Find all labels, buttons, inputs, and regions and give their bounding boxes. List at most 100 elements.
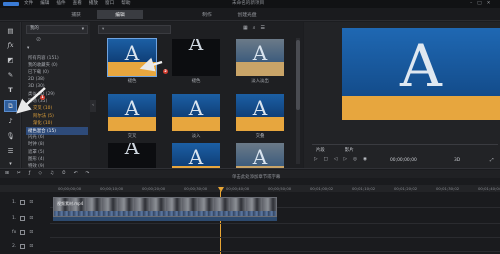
lock-icon[interactable]: ⊡ [29,216,33,221]
track-enable-checkbox[interactable] [20,199,26,205]
tab-create-disc[interactable]: 创建光盘 [226,10,268,19]
lock-icon[interactable]: ⊡ [29,244,33,249]
audio-mixing-icon[interactable]: ♪ [5,116,16,126]
category-item[interactable]: 已下载 (0) [28,69,49,75]
thumbnail-letter: A [188,145,204,170]
category-item[interactable]: 我的收藏夹 (0) [28,62,58,68]
category-item[interactable]: 图形 (4) [28,156,44,162]
gallery-scrollbar-thumb[interactable] [296,40,300,110]
gallery-scrollbar[interactable] [296,38,300,164]
clip-mode-button[interactable]: 片段 [316,148,325,153]
next-icon[interactable]: ▷ [343,157,347,163]
track-enable-checkbox[interactable] [20,229,26,235]
track-label: 1. [12,199,17,205]
tag-icon[interactable]: ⊘ [36,37,41,43]
media-room-icon[interactable]: ▤ [5,26,16,36]
category-item[interactable]: 交叉 (10) [33,105,52,111]
particle-room-icon[interactable]: ✎ [5,70,16,80]
ruler-tick-label: 00;01;00;02 [310,185,334,191]
tool-mix-icon[interactable]: ♫ [50,171,54,177]
tab-create-disc-label: 创建光盘 [237,13,257,18]
tool-speed-icon[interactable]: ⏱ [62,171,66,177]
transition-thumbnail-image: A [107,38,157,77]
transition-thumbnail[interactable]: A 褪色 [172,39,220,84]
video-clip[interactable]: 视频素材.mp4 [53,197,277,217]
collapse-icon[interactable]: ▾ [27,46,29,52]
transition-gallery: ▾ ▦ ⌕ ☰ ‹ A 褪色 A 褪色 A 淡入淡出 A 交叉 A 淡入 A 交叠 A A A [90,22,303,180]
tool-select-icon[interactable]: ⊞ [5,171,9,177]
tab-capture[interactable]: 捕获 [55,10,97,19]
grid-view-icon[interactable]: ▦ [243,26,248,31]
lock-icon[interactable]: ⊡ [29,200,33,205]
video-clip-label: 视频素材.mp4 [57,201,84,206]
tab-edit[interactable]: 编辑 [97,10,143,19]
transition-thumbnail[interactable]: A 淡入淡出 [236,39,284,84]
transition-thumbnail-image: A [108,94,156,131]
menu-item-play[interactable]: 播放 [89,1,98,7]
transition-thumbnail[interactable]: A 交叉 [108,94,156,139]
menu-item-window[interactable]: 窗口 [105,1,114,7]
tool-redo-icon[interactable]: ↷ [85,171,89,177]
tool-cut-icon[interactable]: ✂ [17,171,21,177]
category-item[interactable]: 闪光 (6) [28,134,44,140]
track-label: 1. [12,215,17,221]
filter-dropdown[interactable]: 我的 ▾ [26,25,88,34]
thumbnail-letter: A [252,96,268,121]
tool-keyframe-icon[interactable]: ◇ [38,171,42,177]
movie-mode-button[interactable]: 影片 [345,148,354,153]
fx-icon[interactable]: fx [5,40,16,50]
track-label: 2. [12,243,17,249]
gallery-scroll-left-icon[interactable]: ‹ [90,100,96,112]
category-item[interactable]: 阿尔法 (5) [33,113,54,119]
tab-produce[interactable]: 制作 [186,10,228,19]
tab-capture-label: 捕获 [71,13,81,18]
time-ruler[interactable]: 00;00;00;00 00;00;10;00 00;00;20;00 00;00;3… [0,185,500,192]
close-icon[interactable]: ✕ [487,1,491,7]
track-header: 1. ⊡ [0,212,500,224]
transition-thumbnail[interactable]: A 淡入 [172,94,220,139]
menu-item-file[interactable]: 文件 [24,1,33,7]
transition-thumbnail[interactable]: A 褪色 [107,38,157,84]
transition-thumbnail-label: 交叠 [255,134,265,139]
menu-item-edit[interactable]: 编辑 [40,1,49,7]
category-item[interactable]: 2D (38) [28,77,45,82]
track-label: fx [12,229,17,235]
search-icon[interactable]: ⌕ [253,26,256,31]
track-enable-checkbox[interactable] [20,243,26,249]
maximize-icon[interactable]: □ [477,1,481,7]
track-enable-checkbox[interactable] [20,215,26,221]
pip-room-icon[interactable]: ◩ [5,55,16,65]
preview-scrubber[interactable] [312,144,498,145]
tool-undo-icon[interactable]: ↶ [74,171,78,177]
voice-over-icon[interactable]: 🎙 [5,131,16,141]
category-item[interactable]: 时钟 (8) [28,141,44,147]
audio-clip[interactable] [53,217,277,221]
transition-category-panel: 我的 ▾ ⊘ ▾ 所有内容 (151) 我的收藏夹 (0) 已下载 (0) 2D (3… [22,22,90,169]
mode-tabs: 捕获 编辑 制作 创建光盘 [0,8,500,21]
sort-icon[interactable]: ☰ [261,26,265,31]
ruler-tick-label: 00;01;30;02 [436,185,460,191]
chapter-room-icon[interactable]: ☰ [5,146,16,156]
minimize-icon[interactable]: – [470,1,472,7]
stop-icon[interactable]: □ [324,157,328,163]
prev-icon[interactable]: ◁ [334,157,338,163]
quality-toggle[interactable]: 3D [454,158,460,163]
category-item[interactable]: 所有内容 (151) [28,55,59,61]
fullscreen-icon[interactable]: ⤢ [490,158,494,164]
menu-item-help[interactable]: 帮助 [121,1,130,7]
transition-room-icon[interactable]: ⧉ [4,100,17,112]
category-item[interactable]: 遮罩 (5) [28,149,44,155]
play-icon[interactable]: ▷ [314,157,318,163]
chapter-hint[interactable]: 单击此处添加章节或字幕 [232,175,280,180]
snapshot-icon[interactable]: ◎ [353,157,357,163]
transition-thumbnail[interactable]: A 交叠 [236,94,284,139]
title-room-icon[interactable]: T [5,85,16,95]
menu-item-view[interactable]: 查看 [73,1,82,7]
lock-icon[interactable]: ⊡ [29,230,33,235]
menu-item-plugins[interactable]: 插件 [56,1,65,7]
volume-icon[interactable]: ◉ [363,157,367,163]
tool-fx-icon[interactable]: ƒ [29,171,31,177]
category-dropdown[interactable]: ▾ [98,25,171,34]
category-item[interactable]: 渐化 (10) [33,120,52,126]
transition-thumbnail-label: 褪色 [127,79,137,84]
